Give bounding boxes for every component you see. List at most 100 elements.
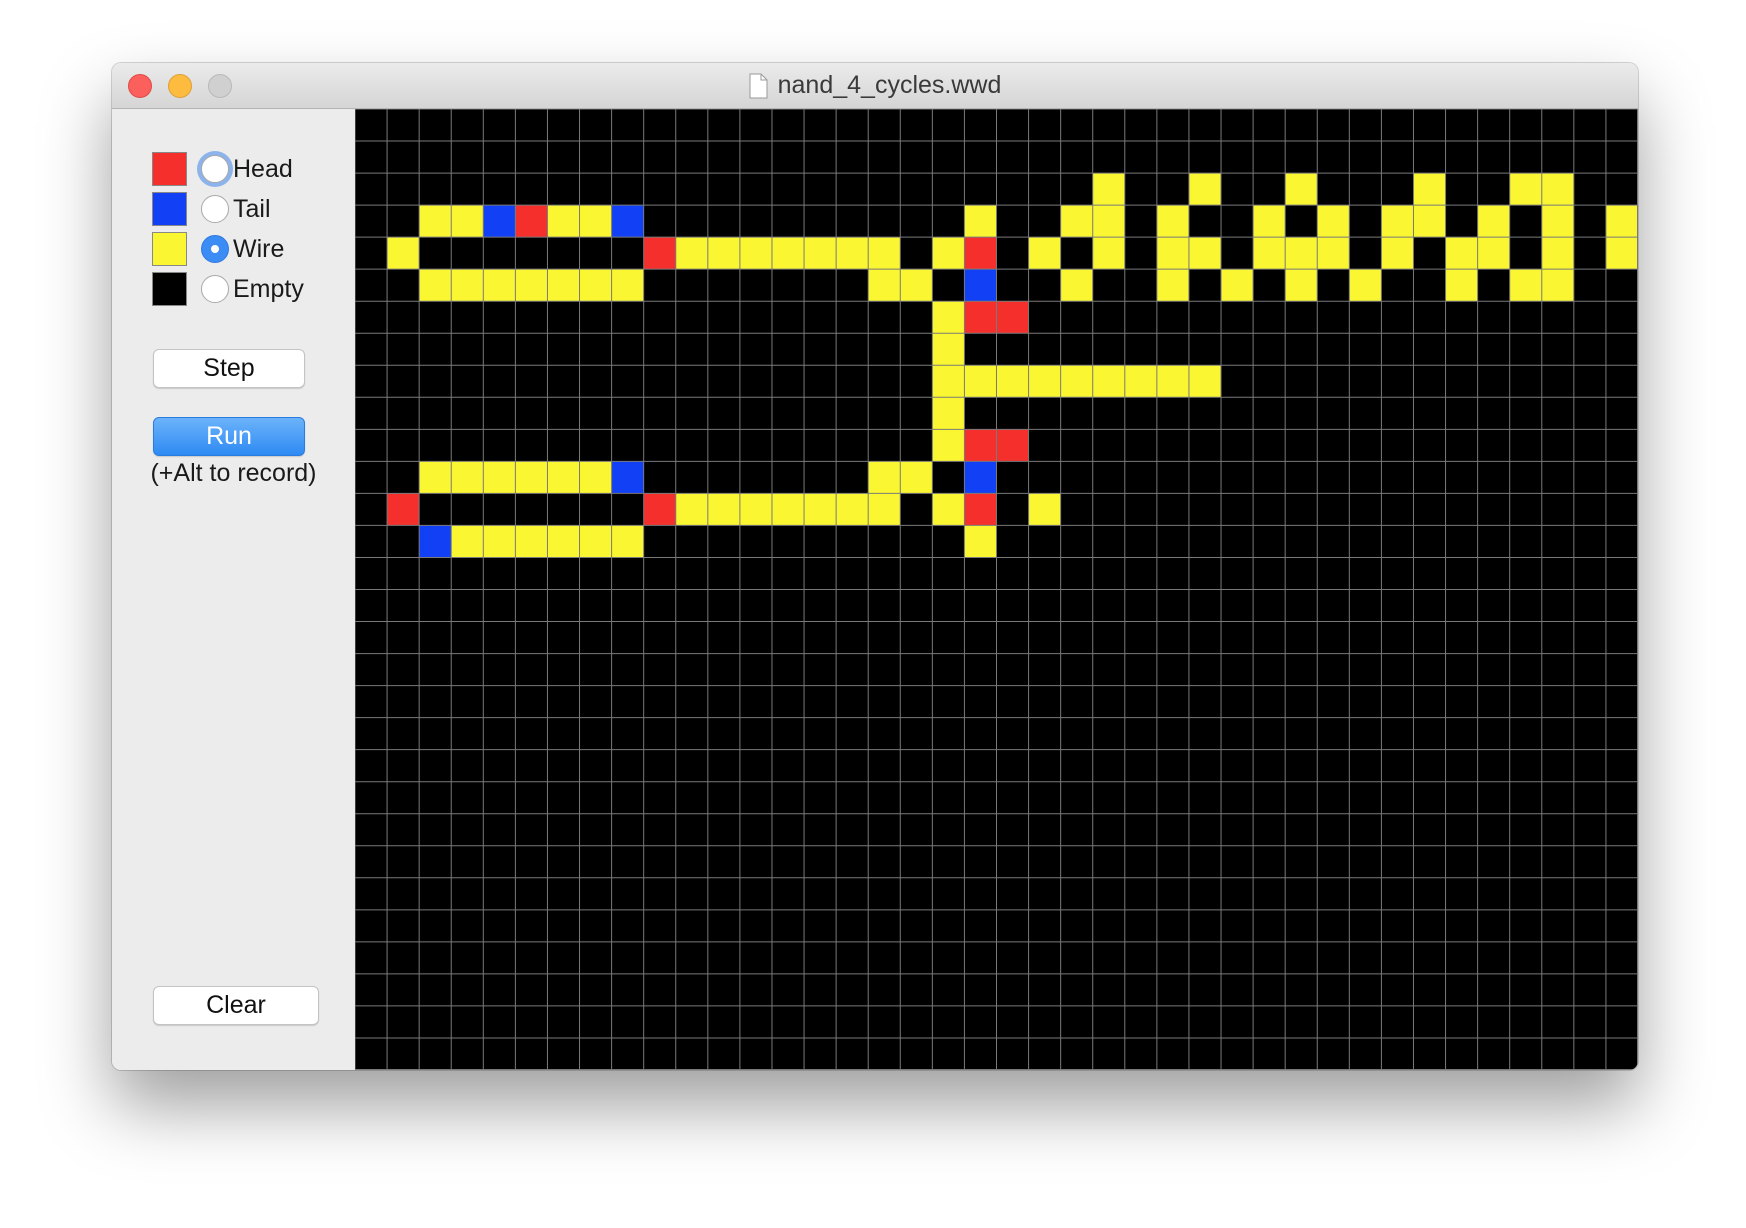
wire-cell[interactable] xyxy=(1541,237,1574,270)
wire-cell[interactable] xyxy=(1605,237,1638,270)
tail-cell[interactable] xyxy=(964,269,997,302)
wire-cell[interactable] xyxy=(1060,269,1093,302)
wire-cell[interactable] xyxy=(547,461,580,494)
wire-cell[interactable] xyxy=(804,237,837,270)
wire-cell[interactable] xyxy=(547,269,580,302)
wire-cell[interactable] xyxy=(996,365,1029,398)
wire-cell[interactable] xyxy=(932,397,965,430)
wire-cell[interactable] xyxy=(1028,237,1061,270)
wire-cell[interactable] xyxy=(1092,237,1125,270)
head-cell[interactable] xyxy=(964,493,997,526)
wire-cell[interactable] xyxy=(1092,205,1125,238)
wire-cell[interactable] xyxy=(419,205,452,238)
wire-cell[interactable] xyxy=(1092,173,1125,206)
wire-cell[interactable] xyxy=(932,333,965,366)
empty-radio[interactable] xyxy=(201,275,229,303)
wire-cell[interactable] xyxy=(1477,237,1510,270)
wire-cell[interactable] xyxy=(579,269,612,302)
tail-cell[interactable] xyxy=(964,461,997,494)
wire-cell[interactable] xyxy=(804,493,837,526)
wire-cell[interactable] xyxy=(483,269,516,302)
wire-cell[interactable] xyxy=(483,525,516,558)
wire-cell[interactable] xyxy=(451,269,484,302)
wire-cell[interactable] xyxy=(547,525,580,558)
wire-cell[interactable] xyxy=(419,461,452,494)
wire-cell[interactable] xyxy=(611,269,644,302)
wire-cell[interactable] xyxy=(964,205,997,238)
step-button[interactable]: Step xyxy=(153,349,305,388)
clear-button[interactable]: Clear xyxy=(153,986,319,1025)
head-cell[interactable] xyxy=(643,237,676,270)
head-cell[interactable] xyxy=(515,205,548,238)
wire-cell[interactable] xyxy=(451,205,484,238)
wire-cell[interactable] xyxy=(900,461,933,494)
head-cell[interactable] xyxy=(996,429,1029,462)
wire-cell[interactable] xyxy=(1156,365,1189,398)
wire-cell[interactable] xyxy=(771,493,805,526)
wire-cell[interactable] xyxy=(1541,173,1574,206)
wire-cell[interactable] xyxy=(1381,237,1414,270)
wire-cell[interactable] xyxy=(1285,269,1318,302)
wire-cell[interactable] xyxy=(900,269,933,302)
tail-cell[interactable] xyxy=(483,205,516,238)
wire-cell[interactable] xyxy=(1541,205,1574,238)
wire-cell[interactable] xyxy=(932,365,965,398)
wire-cell[interactable] xyxy=(515,269,548,302)
wire-cell[interactable] xyxy=(611,525,644,558)
wire-cell[interactable] xyxy=(1285,237,1318,270)
head-cell[interactable] xyxy=(643,493,676,526)
title-bar[interactable]: nand_4_cycles.wwd xyxy=(112,63,1638,109)
wire-cell[interactable] xyxy=(1445,237,1478,270)
tail-radio[interactable] xyxy=(201,195,229,223)
wire-cell[interactable] xyxy=(675,237,708,270)
wire-cell[interactable] xyxy=(419,269,452,302)
wire-cell[interactable] xyxy=(739,493,772,526)
legend-row-empty[interactable]: Empty xyxy=(152,271,304,307)
wire-cell[interactable] xyxy=(1605,205,1638,238)
wire-cell[interactable] xyxy=(1509,269,1542,302)
wire-cell[interactable] xyxy=(1092,365,1125,398)
wire-cell[interactable] xyxy=(964,365,997,398)
wire-cell[interactable] xyxy=(868,493,901,526)
wire-cell[interactable] xyxy=(836,493,869,526)
wire-cell[interactable] xyxy=(451,461,484,494)
wire-cell[interactable] xyxy=(579,525,612,558)
cell-grid-area[interactable] xyxy=(355,109,1638,1070)
head-cell[interactable] xyxy=(964,237,997,270)
head-cell[interactable] xyxy=(996,301,1029,334)
wire-cell[interactable] xyxy=(1221,269,1254,302)
wire-cell[interactable] xyxy=(868,269,901,302)
wire-cell[interactable] xyxy=(771,237,805,270)
wire-cell[interactable] xyxy=(836,237,869,270)
wire-cell[interactable] xyxy=(868,461,901,494)
wire-cell[interactable] xyxy=(1188,173,1222,206)
wire-cell[interactable] xyxy=(932,237,965,270)
wire-cell[interactable] xyxy=(483,461,516,494)
wire-cell[interactable] xyxy=(1349,269,1382,302)
wire-cell[interactable] xyxy=(1253,237,1286,270)
wire-cell[interactable] xyxy=(515,461,548,494)
wire-cell[interactable] xyxy=(1156,269,1189,302)
wire-cell[interactable] xyxy=(932,493,965,526)
wire-cell[interactable] xyxy=(579,461,612,494)
wire-cell[interactable] xyxy=(868,237,901,270)
wire-cell[interactable] xyxy=(1445,269,1478,302)
run-button[interactable]: Run xyxy=(153,417,305,456)
wire-cell[interactable] xyxy=(1477,205,1510,238)
head-cell[interactable] xyxy=(964,301,997,334)
head-cell[interactable] xyxy=(964,429,997,462)
wire-cell[interactable] xyxy=(1413,205,1446,238)
wireworld-grid[interactable] xyxy=(355,109,1638,1070)
wire-cell[interactable] xyxy=(964,525,997,558)
wire-cell[interactable] xyxy=(707,493,740,526)
wire-cell[interactable] xyxy=(1413,173,1446,206)
wire-cell[interactable] xyxy=(1285,173,1318,206)
wire-cell[interactable] xyxy=(1317,237,1350,270)
wire-cell[interactable] xyxy=(1188,237,1222,270)
wire-radio[interactable] xyxy=(201,235,229,263)
legend-row-wire[interactable]: Wire xyxy=(152,231,284,267)
wire-cell[interactable] xyxy=(932,429,965,462)
tail-cell[interactable] xyxy=(419,525,452,558)
wire-cell[interactable] xyxy=(1156,205,1189,238)
wire-cell[interactable] xyxy=(451,525,484,558)
